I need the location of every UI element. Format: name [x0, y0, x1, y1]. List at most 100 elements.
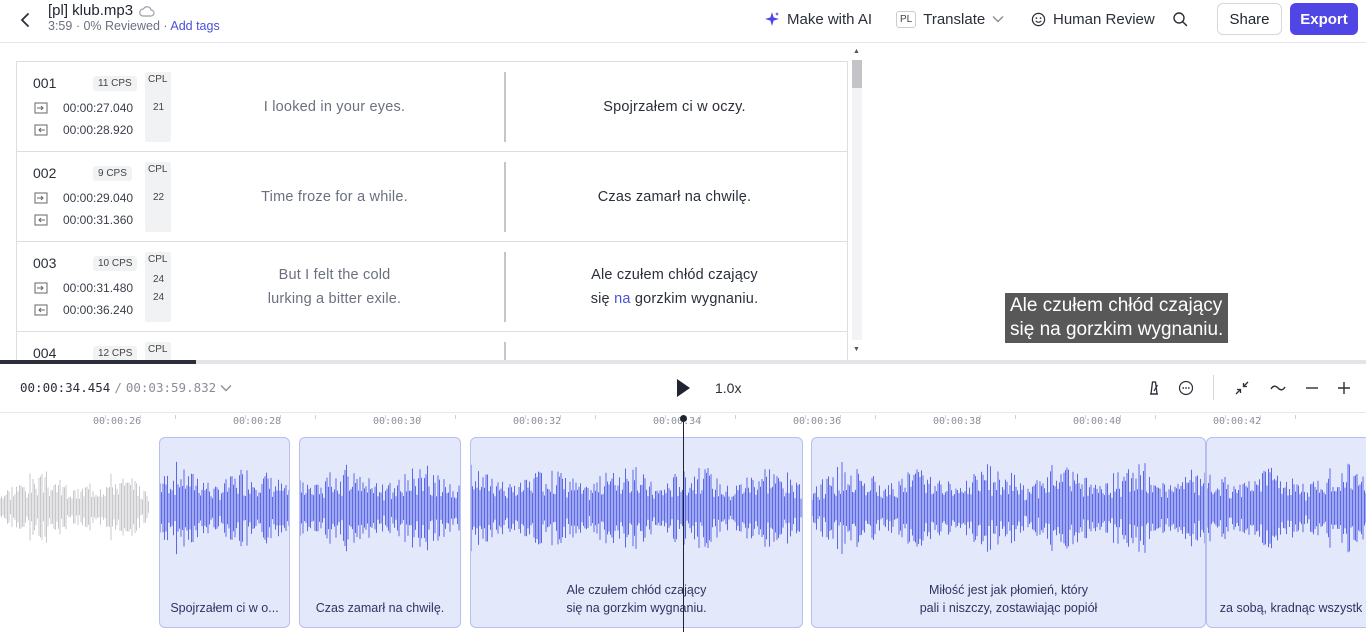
scroll-down-icon[interactable]: ▼ [853, 346, 860, 353]
file-title-row: [pl] klub.mp3 [48, 2, 155, 19]
timecode-in[interactable]: 00:00:31.480 [63, 281, 133, 295]
playback-speed[interactable]: 1.0x [715, 380, 741, 396]
ruler-minor-tick [560, 415, 561, 419]
ruler-tick-label: 00:00:40 [1073, 416, 1122, 427]
timecode-in[interactable]: 00:00:27.040 [63, 101, 133, 115]
time-display[interactable]: 00:00:34.454 / 00:03:59.832 [20, 380, 232, 395]
progress-fill [0, 360, 197, 364]
ruler-tick-label: 00:00:42 [1213, 416, 1262, 427]
cpl-value: 24 [153, 292, 165, 303]
ruler-minor-tick [140, 415, 141, 419]
playback-progress-bar[interactable] [0, 360, 1366, 364]
column-divider [504, 252, 506, 322]
current-time: 00:00:34.454 [20, 380, 111, 395]
column-divider [504, 72, 506, 142]
play-icon[interactable] [672, 376, 694, 400]
ruler-minor-tick [525, 415, 526, 419]
ruler-minor-tick [245, 415, 246, 419]
ruler-minor-tick [420, 415, 421, 419]
ruler-minor-tick [175, 415, 176, 419]
timecode-out[interactable]: 00:00:28.920 [63, 123, 133, 137]
minus-icon [1306, 387, 1318, 389]
playhead[interactable] [683, 418, 684, 632]
ruler-tick-label: 00:00:34 [653, 416, 702, 427]
metronome-icon [1150, 381, 1159, 395]
chevron-down-icon [992, 16, 1004, 23]
clip-text-line: za sobą, kradnąc wszystk [1219, 601, 1363, 615]
ruler-minor-tick [280, 415, 281, 419]
scroll-up-icon[interactable]: ▲ [853, 48, 860, 55]
timecode-out[interactable]: 00:00:36.240 [63, 303, 133, 317]
more-options-button[interactable] [1176, 378, 1196, 398]
subtitle-row[interactable]: 004 12 CPS CPL [17, 332, 847, 361]
metronome-button[interactable] [1144, 378, 1164, 398]
meta-separator: · [163, 19, 168, 33]
ruler-minor-tick [1120, 415, 1121, 419]
subtitle-row[interactable]: 003 10 CPS 00:00:31.480 00:00:36.240 CPL… [17, 242, 847, 332]
ruler-minor-tick [105, 415, 106, 419]
translate-dropdown[interactable]: PL Translate [896, 0, 1004, 38]
subtitle-clip[interactable]: za sobą, kradnąc wszystk [1206, 437, 1366, 628]
language-badge: PL [896, 10, 917, 28]
caption-line: się na gorzkim wygnaniu. [1010, 319, 1224, 340]
back-button[interactable] [14, 9, 36, 31]
subtitle-row[interactable]: 001 11 CPS 00:00:27.040 00:00:28.920 CPL… [17, 62, 847, 152]
subtitle-clip[interactable]: Czas zamarł na chwilę. [299, 437, 461, 628]
zoom-in-button[interactable] [1334, 378, 1354, 398]
timecode-in[interactable]: 00:00:29.040 [63, 191, 133, 205]
chevron-left-icon [20, 13, 29, 27]
ruler-minor-tick [1295, 415, 1296, 419]
scroll-track[interactable] [852, 60, 862, 340]
waveform-toggle-button[interactable] [1268, 378, 1288, 398]
make-with-ai-button[interactable]: Make with AI [764, 0, 872, 38]
timecode-in-icon[interactable] [34, 282, 48, 294]
subtitle-clip[interactable]: Ale czułem chłód czający się na gorzkim w… [470, 437, 803, 628]
cps-badge: 10 CPS [93, 256, 138, 271]
scroll-thumb[interactable] [852, 60, 862, 88]
collapse-button[interactable] [1232, 378, 1252, 398]
timecode-out[interactable]: 00:00:31.360 [63, 213, 133, 227]
cpl-value: 22 [153, 192, 165, 203]
target-text[interactable]: Spojrzałem ci w oczy. [522, 95, 827, 119]
source-text[interactable]: But I felt the cold lurking a bitter exi… [182, 263, 487, 311]
review-progress: 0% Reviewed [83, 19, 160, 33]
more-horizontal-icon [1178, 380, 1194, 396]
timecode-in-icon[interactable] [34, 192, 48, 204]
clip-text-line: Miłość jest jak płomień, który [928, 583, 1089, 597]
source-text[interactable]: I looked in your eyes. [182, 95, 487, 119]
timecode-out-icon[interactable] [34, 214, 48, 226]
timecode-out-icon[interactable] [34, 304, 48, 316]
source-line: But I felt the cold [278, 267, 391, 283]
make-with-ai-label: Make with AI [787, 10, 873, 28]
subtitle-clip[interactable]: Spojrzałem ci w o... [159, 437, 290, 628]
ruler-minor-tick [595, 415, 596, 419]
share-button[interactable]: Share [1217, 3, 1282, 35]
playhead-handle[interactable] [680, 415, 687, 422]
add-tags-link[interactable]: Add tags [170, 19, 219, 33]
subtitle-row[interactable]: 002 9 CPS 00:00:29.040 00:00:31.360 CPL … [17, 152, 847, 242]
subtitle-number: 004 [33, 345, 57, 361]
ruler-tick-label: 00:00:28 [233, 416, 282, 427]
chevron-down-icon[interactable] [220, 384, 232, 392]
human-review-button[interactable]: Human Review [1031, 0, 1155, 38]
ruler-tick-label: 00:00:32 [513, 416, 562, 427]
zoom-out-button[interactable] [1302, 378, 1322, 398]
ruler-minor-tick [455, 415, 456, 419]
time-separator: / [114, 380, 122, 395]
target-text[interactable]: Czas zamarł na chwilę. [522, 185, 827, 209]
ruler-minor-tick [875, 415, 876, 419]
source-text[interactable]: Time froze for a while. [182, 185, 487, 209]
subtitle-clip[interactable]: Miłość jest jak płomień, który pali i nis… [811, 437, 1206, 628]
export-button[interactable]: Export [1290, 3, 1358, 35]
file-name[interactable]: [pl] klub.mp3 [48, 2, 133, 19]
target-text[interactable]: Ale czułem chłód czający się na gorzkim … [522, 263, 827, 311]
list-scrollbar[interactable]: ▲ ▼ [850, 44, 864, 358]
ruler-minor-tick [1155, 415, 1156, 419]
timecode-in-icon[interactable] [34, 102, 48, 114]
plus-icon [1338, 382, 1350, 394]
ruler-minor-tick [1085, 415, 1086, 419]
total-time: 00:03:59.832 [125, 380, 217, 395]
search-button[interactable] [1172, 0, 1188, 38]
target-line: Ale czułem chłód czający [591, 267, 758, 283]
timecode-out-icon[interactable] [34, 124, 48, 136]
